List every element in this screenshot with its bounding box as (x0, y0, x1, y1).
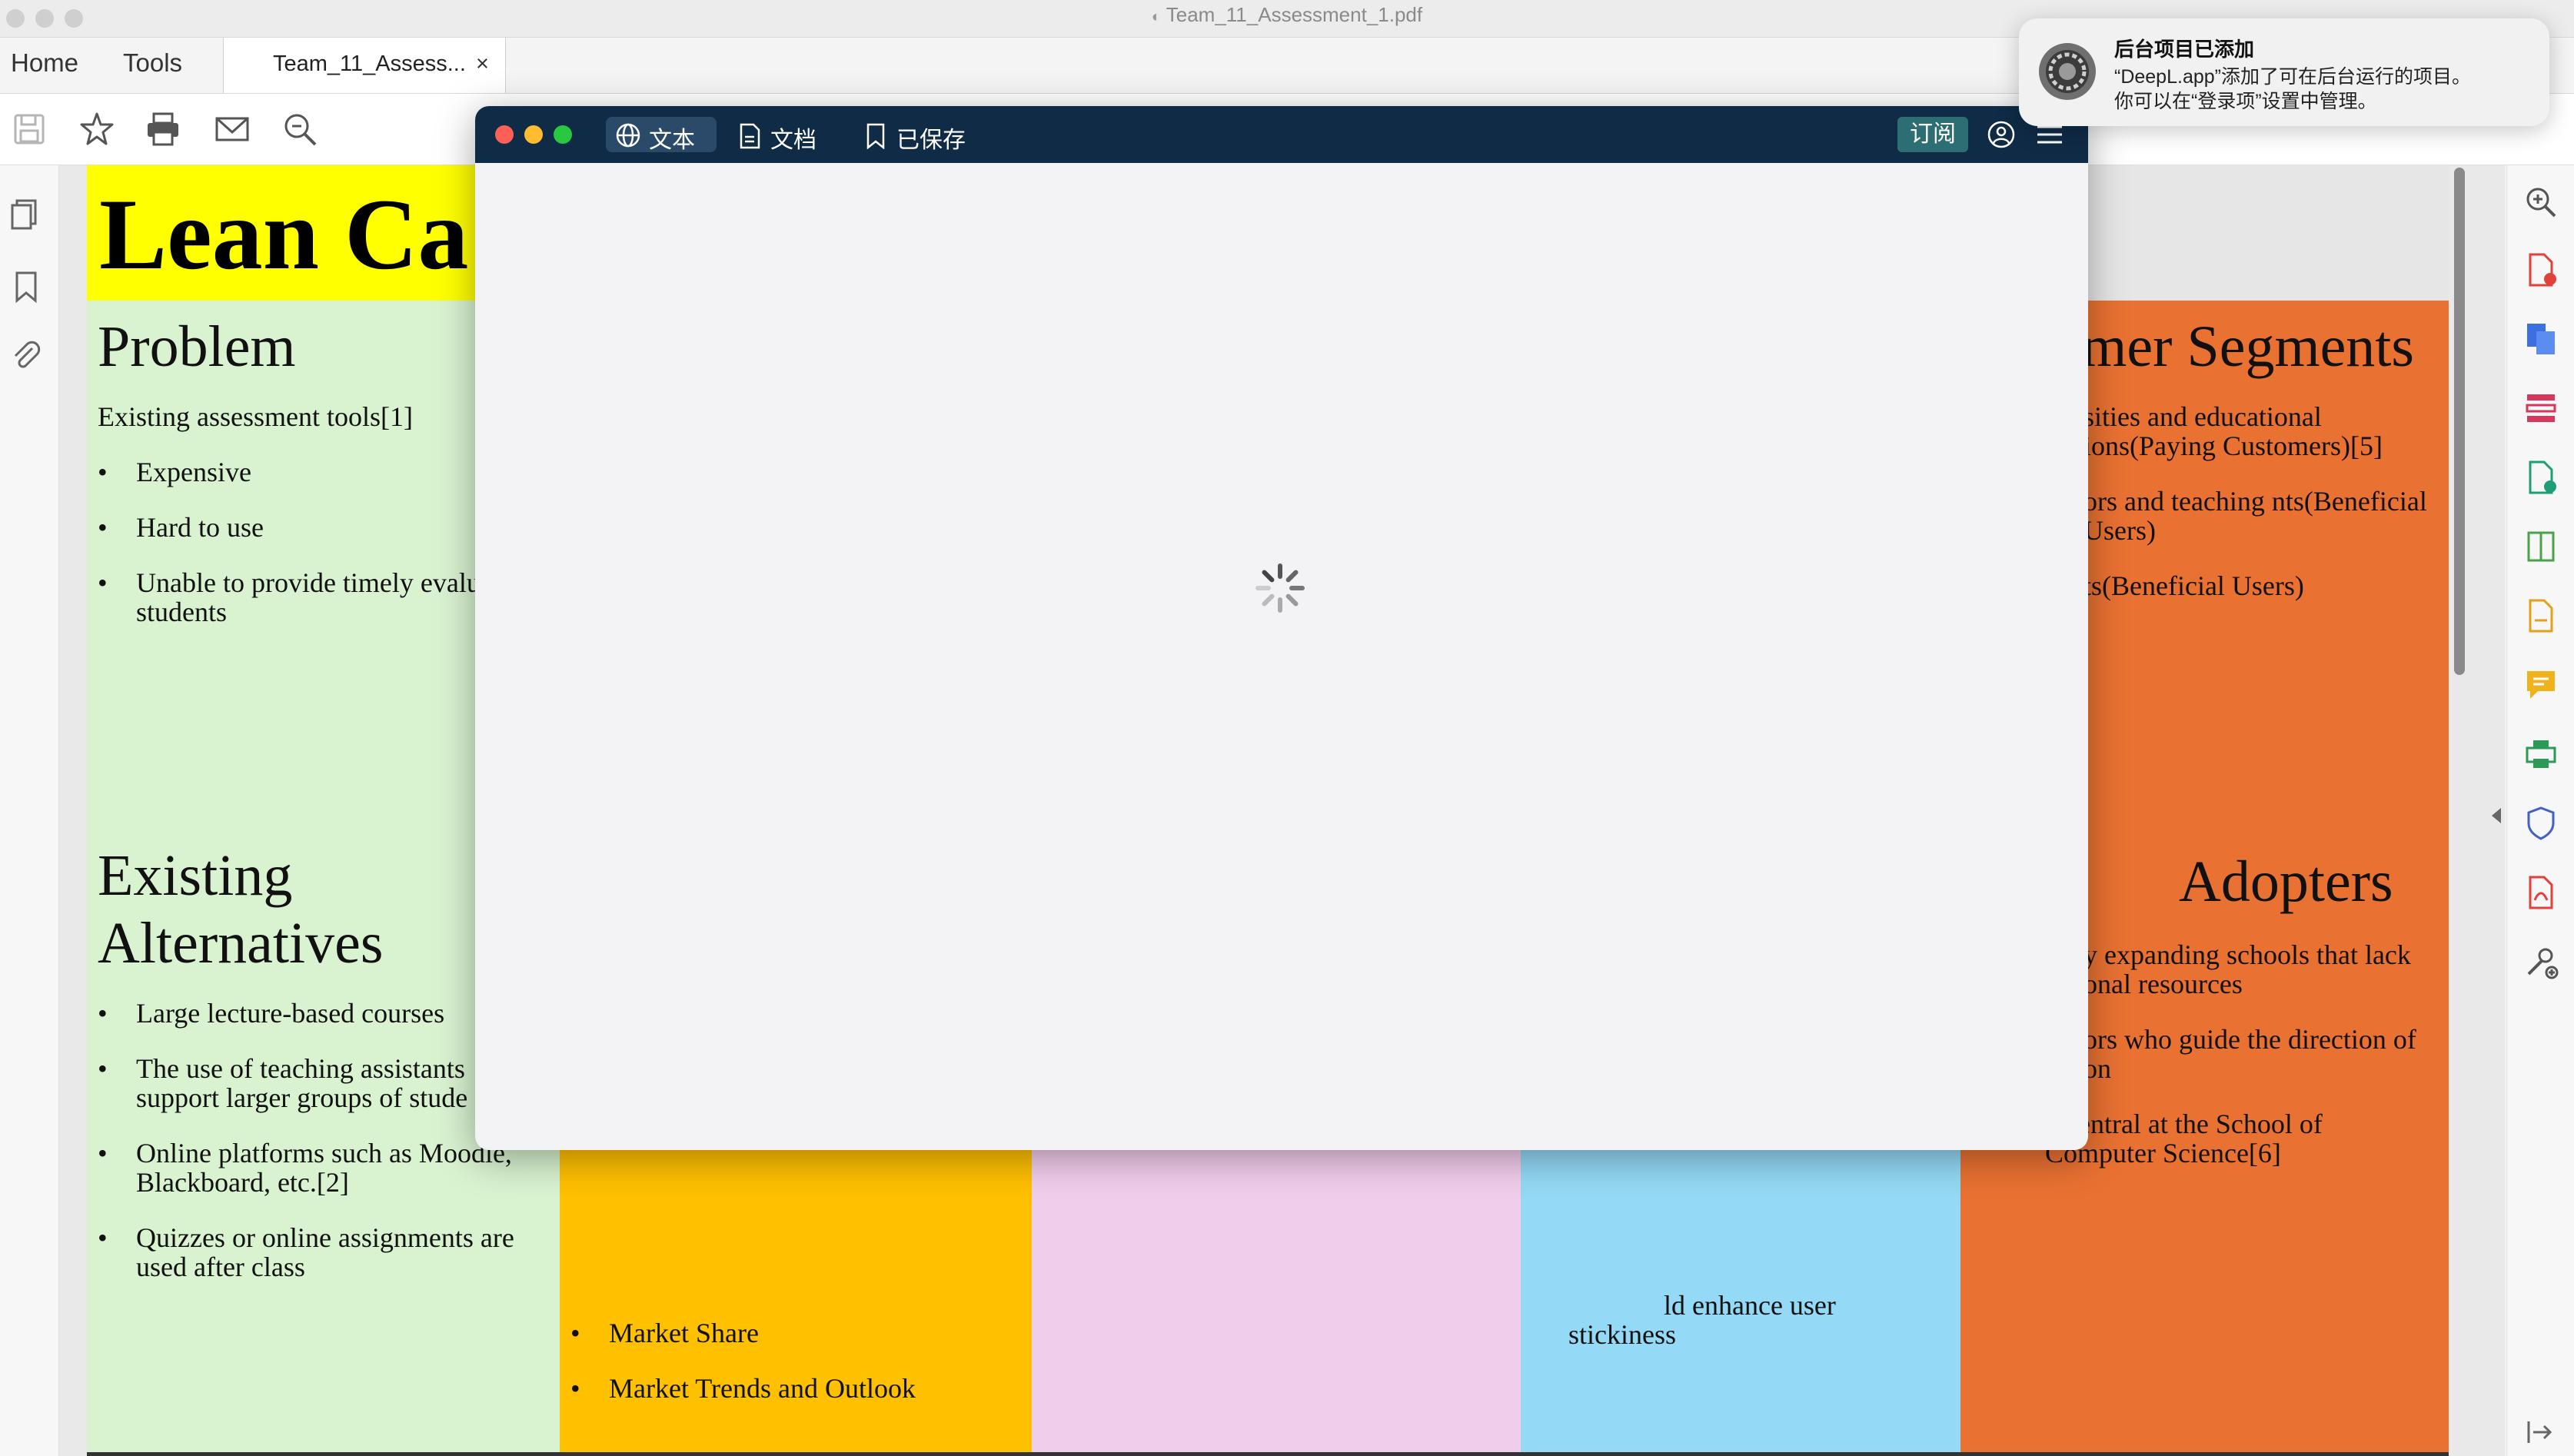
list-item: Market Share (570, 1318, 1016, 1348)
export-pdf-icon[interactable] (2522, 321, 2559, 357)
collapse-right-pane-icon[interactable] (2492, 808, 2501, 823)
notification-body-line1: “DeepL.app”添加了可在后台运行的项目。 (2114, 66, 2471, 88)
list-item: ors who guide the direction of on (2083, 1024, 2416, 1084)
close-tab-icon[interactable]: × (476, 52, 489, 77)
title-band: Lean Ca (87, 165, 487, 301)
attachment-icon[interactable] (9, 339, 43, 373)
list-item: sities and educational ions(Paying Custo… (2083, 401, 2383, 461)
zoom-search-icon[interactable] (281, 111, 318, 148)
star-icon[interactable] (78, 111, 115, 148)
deepl-tab-text[interactable]: 文本 (606, 117, 717, 153)
more-tools-icon[interactable] (2522, 943, 2559, 980)
left-navigation-pane (0, 165, 75, 1456)
list-item: g central at the School of Computer Scie… (2045, 1109, 2323, 1168)
settings-gear-icon (2039, 43, 2096, 100)
zoom-in-icon[interactable] (2522, 184, 2559, 221)
bookmark-icon[interactable] (9, 270, 43, 304)
deepl-minimize-button[interactable] (524, 125, 543, 144)
save-icon[interactable] (11, 111, 48, 148)
early-adopters-list: y expanding schools that lack onal resou… (2045, 939, 2437, 1168)
deepl-tab-docs[interactable]: 文档 (733, 117, 833, 153)
page-divider (87, 1452, 2449, 1456)
right-tools-pane (2492, 165, 2574, 1456)
notification-title: 后台项目已添加 (2114, 38, 2255, 61)
early-adopters-heading: Adopters (2179, 849, 2393, 914)
tab-document[interactable]: Team_11_Assess... × (223, 38, 506, 93)
compress-icon[interactable] (2522, 528, 2559, 565)
list-item: ts(Beneficial Users) (2083, 570, 2304, 601)
vertical-scrollbar[interactable] (2454, 168, 2465, 675)
loading-spinner-icon (1255, 563, 1305, 613)
tab-document-label: Team_11_Assess... (273, 52, 466, 76)
notification-body-line2: 你可以在“登录项”设置中管理。 (2114, 91, 2377, 112)
deepl-zoom-button[interactable] (554, 125, 572, 144)
comment-icon[interactable] (2522, 667, 2559, 703)
pages-icon[interactable] (9, 198, 43, 231)
create-pdf-icon[interactable] (2522, 251, 2559, 288)
print-icon[interactable] (145, 111, 181, 148)
menu-icon[interactable] (2036, 123, 2064, 146)
header-gray-band: 0 (2027, 165, 2449, 301)
tab-home[interactable]: Home (11, 48, 78, 78)
deepl-subscribe-button[interactable]: 订阅 (1897, 117, 1968, 152)
mail-icon[interactable] (214, 111, 251, 148)
collapse-panel-icon[interactable] (2524, 1417, 2555, 1448)
list-item: ors and teaching nts(Beneficial Users) (2083, 486, 2427, 546)
protect-icon[interactable] (2522, 805, 2559, 842)
deepl-close-button[interactable] (495, 125, 514, 144)
market-list: Market Share Market Trends and Outlook (570, 1318, 1016, 1429)
system-notification[interactable]: 后台项目已添加 “DeepL.app”添加了可在后台运行的项目。 你可以在“登录… (2019, 18, 2549, 126)
document-icon (740, 123, 760, 149)
tab-tools[interactable]: Tools (123, 48, 182, 78)
acrobat-pdf-icon[interactable] (2522, 874, 2559, 911)
organize-pages-icon[interactable] (2522, 390, 2559, 427)
print-production-icon[interactable] (2522, 736, 2559, 773)
pdf-file-icon: ◐ (1151, 8, 1161, 25)
deepl-window: 文本 文档 已保存 订阅 (475, 106, 2088, 1150)
deepl-tab-saved[interactable]: 已保存 (860, 117, 983, 153)
account-icon[interactable] (1987, 120, 2016, 149)
list-item: y expanding schools that lack onal resou… (2083, 939, 2411, 999)
deepl-title-bar: 文本 文档 已保存 订阅 (475, 106, 2088, 163)
list-item: Market Trends and Outlook (570, 1374, 1016, 1403)
fill-sign-icon[interactable] (2522, 597, 2559, 634)
bookmark-icon (866, 123, 885, 149)
page-title: Lean Ca (99, 178, 469, 291)
globe-icon (616, 123, 640, 148)
edit-pdf-icon[interactable] (2522, 459, 2559, 496)
list-item: Quizzes or online assignments are used a… (98, 1223, 551, 1281)
